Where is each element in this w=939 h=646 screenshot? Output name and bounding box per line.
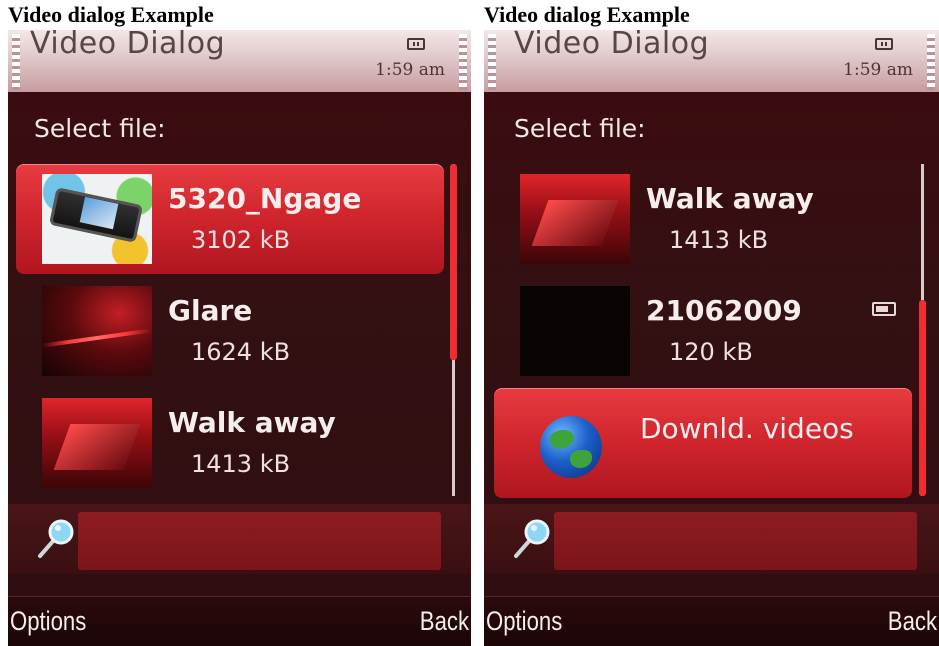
title-bar: Video Dialog 1:59 am [484, 30, 939, 92]
search-input[interactable] [554, 512, 917, 570]
clock: 1:59 am [843, 60, 913, 80]
phone-thumbnail [42, 174, 152, 264]
item-name: 5320_Ngage [168, 182, 362, 215]
screen-caption: Video dialog Example [484, 2, 690, 27]
item-name: Walk away [168, 406, 336, 439]
item-name: Glare [168, 294, 253, 327]
item-name: Downld. videos [640, 412, 854, 445]
list-item-selected[interactable]: 5320_Ngage 3102 kB [16, 164, 444, 274]
list-item[interactable]: Walk away 1413 kB [16, 388, 444, 498]
item-size: 120 kB [669, 338, 753, 366]
list-item[interactable]: 21062009 120 kB [494, 276, 922, 386]
memory-card-icon [872, 302, 896, 316]
back-softkey[interactable]: Back [888, 606, 937, 637]
memory-card-icon [875, 38, 893, 50]
phone-screen-left: Video Dialog 1:59 am Select file: 5320_N… [8, 30, 471, 646]
title-bar: Video Dialog 1:59 am [8, 30, 471, 92]
clock: 1:59 am [375, 60, 445, 80]
item-size: 1413 kB [191, 450, 291, 478]
item-size: 1413 kB [669, 226, 769, 254]
app-title: Video Dialog [514, 30, 710, 61]
black-thumbnail [520, 286, 630, 376]
walk-away-thumbnail [42, 398, 152, 488]
scrollbar-thumb[interactable] [919, 300, 926, 496]
walk-away-thumbnail [520, 174, 630, 264]
list-item-selected[interactable]: Downld. videos [494, 388, 912, 498]
prompt-label: Select file: [514, 114, 646, 143]
scrollbar-thumb[interactable] [450, 164, 457, 360]
item-name: Walk away [646, 182, 814, 215]
title-bar-grip [927, 34, 935, 90]
back-softkey[interactable]: Back [420, 606, 469, 637]
options-softkey[interactable]: Options [486, 606, 562, 637]
magnifier-icon [38, 519, 74, 558]
list-item[interactable]: Glare 1624 kB [16, 276, 444, 386]
item-size: 3102 kB [191, 226, 291, 254]
globe-icon [540, 416, 602, 478]
file-list: Walk away 1413 kB 21062009 120 kB Downld… [494, 164, 922, 498]
screen-caption: Video dialog Example [8, 2, 214, 27]
app-title: Video Dialog [30, 30, 226, 61]
search-input[interactable] [78, 512, 441, 570]
memory-card-icon [407, 38, 425, 50]
prompt-label: Select file: [34, 114, 166, 143]
title-bar-grip [12, 34, 20, 90]
glare-thumbnail [42, 286, 152, 376]
phone-screen-right: Video Dialog 1:59 am Select file: Walk a… [484, 30, 939, 646]
title-bar-grip [459, 34, 467, 90]
title-bar-grip [488, 34, 496, 90]
options-softkey[interactable]: Options [10, 606, 86, 637]
item-size: 1624 kB [191, 338, 291, 366]
list-item[interactable]: Walk away 1413 kB [494, 164, 922, 274]
file-list: 5320_Ngage 3102 kB Glare 1624 kB Walk aw… [16, 164, 444, 498]
magnifier-icon [514, 519, 550, 558]
item-name: 21062009 [646, 294, 802, 327]
